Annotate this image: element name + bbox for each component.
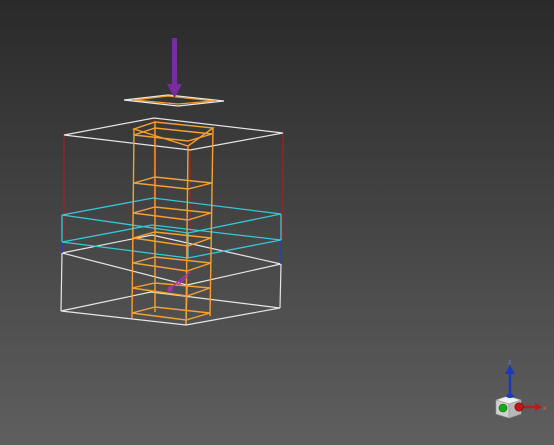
3d-viewport[interactable]: z x [0,0,554,445]
z-axis-arrowhead [505,365,515,374]
x-axis-arrowhead [535,403,542,411]
x-axis-dot [514,402,524,412]
view-cube-canvas[interactable]: z x [488,356,554,426]
z-axis-base [506,394,514,398]
viewport-background [0,0,554,445]
y-axis-dot [498,403,508,413]
scene-canvas[interactable] [0,0,554,445]
x-axis-label: x [543,405,547,412]
z-axis-label: z [508,359,511,366]
view-cube-gizmo[interactable]: z x [488,356,554,426]
